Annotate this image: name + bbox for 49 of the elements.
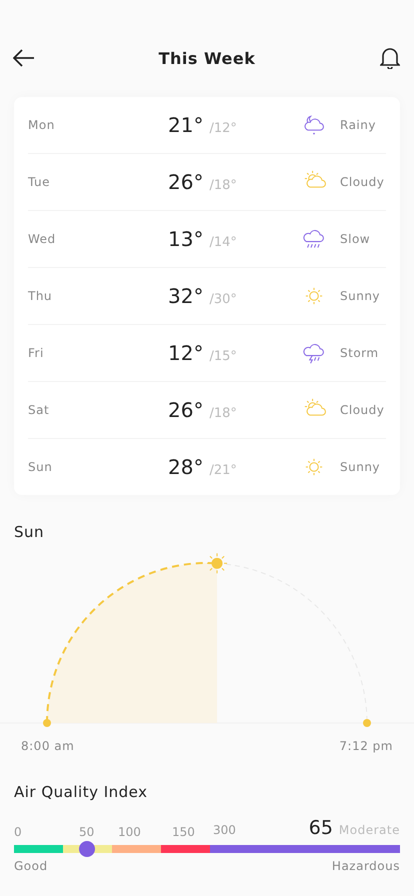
- low-temperature: /18°: [209, 406, 237, 421]
- page-title: This Week: [158, 48, 256, 68]
- low-temperature: /12°: [209, 121, 237, 136]
- day-label: Fri: [28, 346, 45, 360]
- day-label: Tue: [28, 175, 51, 189]
- high-temperature: 13°: [168, 227, 204, 251]
- low-temperature: /15°: [209, 349, 237, 364]
- high-temperature: 26°: [168, 398, 204, 422]
- scale-tick: 150: [171, 825, 196, 839]
- condition-label: Rainy: [340, 118, 377, 132]
- sunrise-dot: [43, 719, 51, 727]
- condition-label: Sunny: [340, 289, 382, 303]
- condition-label: Cloudy: [340, 175, 386, 189]
- low-temperature: /30°: [209, 292, 237, 307]
- day-label: Sat: [28, 403, 50, 417]
- low-temperature: /18°: [209, 178, 237, 193]
- storm-cloud-icon: [302, 341, 326, 365]
- scale-min-label: Good: [14, 859, 48, 873]
- day-label: Mon: [28, 118, 56, 132]
- notification-button[interactable]: [378, 46, 402, 70]
- low-temperature: /21°: [209, 463, 237, 478]
- high-temperature: 26°: [168, 170, 204, 194]
- high-temperature: 28°: [168, 455, 204, 479]
- day-label: Wed: [28, 232, 57, 246]
- scale-tick: 300: [212, 823, 236, 837]
- scale-max-label: Hazardous: [332, 859, 400, 873]
- high-temperature: 32°: [168, 284, 204, 308]
- scale-tick: 100: [117, 825, 142, 839]
- aqi-category: Moderate: [338, 823, 400, 837]
- bell-icon: [380, 47, 400, 69]
- sunrise-time: 8:00 am: [21, 739, 74, 753]
- day-label: Thu: [28, 289, 54, 303]
- low-temperature: /14°: [209, 235, 237, 250]
- day-label: Sun: [28, 460, 54, 474]
- condition-label: Storm: [340, 346, 380, 360]
- sunset-time: 7:12 pm: [339, 739, 393, 753]
- high-temperature: 21°: [168, 113, 204, 137]
- section-title: Sun: [13, 523, 46, 541]
- condition-label: Slow: [340, 232, 372, 246]
- condition-label: Sunny: [340, 460, 382, 474]
- aqi-value: 65: [308, 817, 333, 839]
- section-title: Air Quality Index: [13, 783, 149, 801]
- back-arrow-icon: [13, 49, 35, 67]
- high-temperature: 12°: [168, 341, 204, 365]
- sunset-dot: [363, 719, 371, 727]
- condition-label: Cloudy: [340, 403, 386, 417]
- scale-tick: 50: [78, 825, 96, 839]
- moon-cloud-icon: [302, 113, 326, 137]
- scale-tick: 0: [14, 825, 23, 839]
